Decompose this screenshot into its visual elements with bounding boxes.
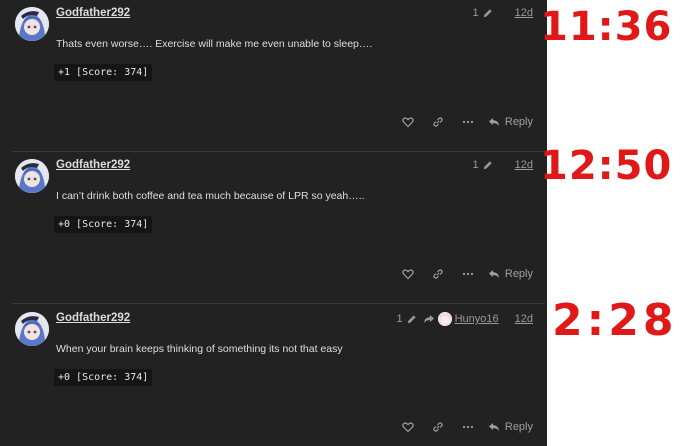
edit-count[interactable]: 1 [473,7,479,19]
reply-to-arrow-icon [423,315,434,323]
avatar[interactable] [15,7,49,41]
username-link[interactable]: Godfather292 [56,7,130,19]
post-meta: 1 12d [473,159,533,171]
avatar[interactable] [15,312,49,346]
reply-label: Reply [504,421,533,433]
post-meta: 1 Hunyo16 12d [396,312,533,326]
link-icon[interactable] [432,421,444,433]
reply-to-username: Hunyo16 [454,313,499,325]
pencil-icon[interactable] [482,160,493,171]
post-date-link[interactable]: 12d [515,159,533,171]
edit-count[interactable]: 1 [473,159,479,171]
pencil-icon[interactable] [406,314,417,325]
pencil-icon[interactable] [482,8,493,19]
heart-icon[interactable] [402,268,414,280]
reply-arrow-icon [488,118,499,126]
more-options-icon[interactable] [462,421,474,433]
post-body-text: I can’t drink both coffee and tea much b… [56,190,365,202]
username-link[interactable]: Godfather292 [56,312,130,324]
post: Godfather292 1 12d Thats even worse…. Ex… [0,0,547,153]
reply-to-link[interactable]: Hunyo16 [423,312,499,326]
post: Godfather292 1 12d I can’t drink both co… [0,152,547,305]
username-link[interactable]: Godfather292 [56,159,130,171]
more-options-icon[interactable] [462,116,474,128]
link-icon[interactable] [432,268,444,280]
post-date-link[interactable]: 12d [515,313,533,325]
post-actions: Reply [384,116,533,128]
post-body-text: When your brain keeps thinking of someth… [56,343,343,355]
post-body-text: Thats even worse…. Exercise will make me… [56,38,373,50]
avatar[interactable] [15,159,49,193]
reply-arrow-icon [488,423,499,431]
score-badge: +0 [Score: 374] [54,369,153,386]
score-badge: +1 [Score: 374] [54,64,153,81]
score-badge: +0 [Score: 374] [54,216,153,233]
time-annotation: 2:28 [552,295,678,346]
reply-button[interactable]: Reply [488,268,533,280]
reply-button[interactable]: Reply [488,116,533,128]
reply-label: Reply [504,268,533,280]
reply-label: Reply [504,116,533,128]
link-icon[interactable] [432,116,444,128]
reply-arrow-icon [488,270,499,278]
reply-to-avatar [437,312,452,326]
more-options-icon[interactable] [462,268,474,280]
post-actions: Reply [384,421,533,433]
reply-button[interactable]: Reply [488,421,533,433]
time-annotation: 12:50 [540,143,673,189]
edit-count[interactable]: 1 [396,313,402,325]
forum-topic-panel: Godfather292 1 12d Thats even worse…. Ex… [0,0,547,446]
post-date-link[interactable]: 12d [515,7,533,19]
post-actions: Reply [384,268,533,280]
post-divider [12,303,545,304]
time-annotation: 11:36 [540,4,673,50]
heart-icon[interactable] [402,116,414,128]
post: Godfather292 1 Hunyo16 12d When your bra… [0,305,547,446]
post-meta: 1 12d [473,7,533,19]
heart-icon[interactable] [402,421,414,433]
